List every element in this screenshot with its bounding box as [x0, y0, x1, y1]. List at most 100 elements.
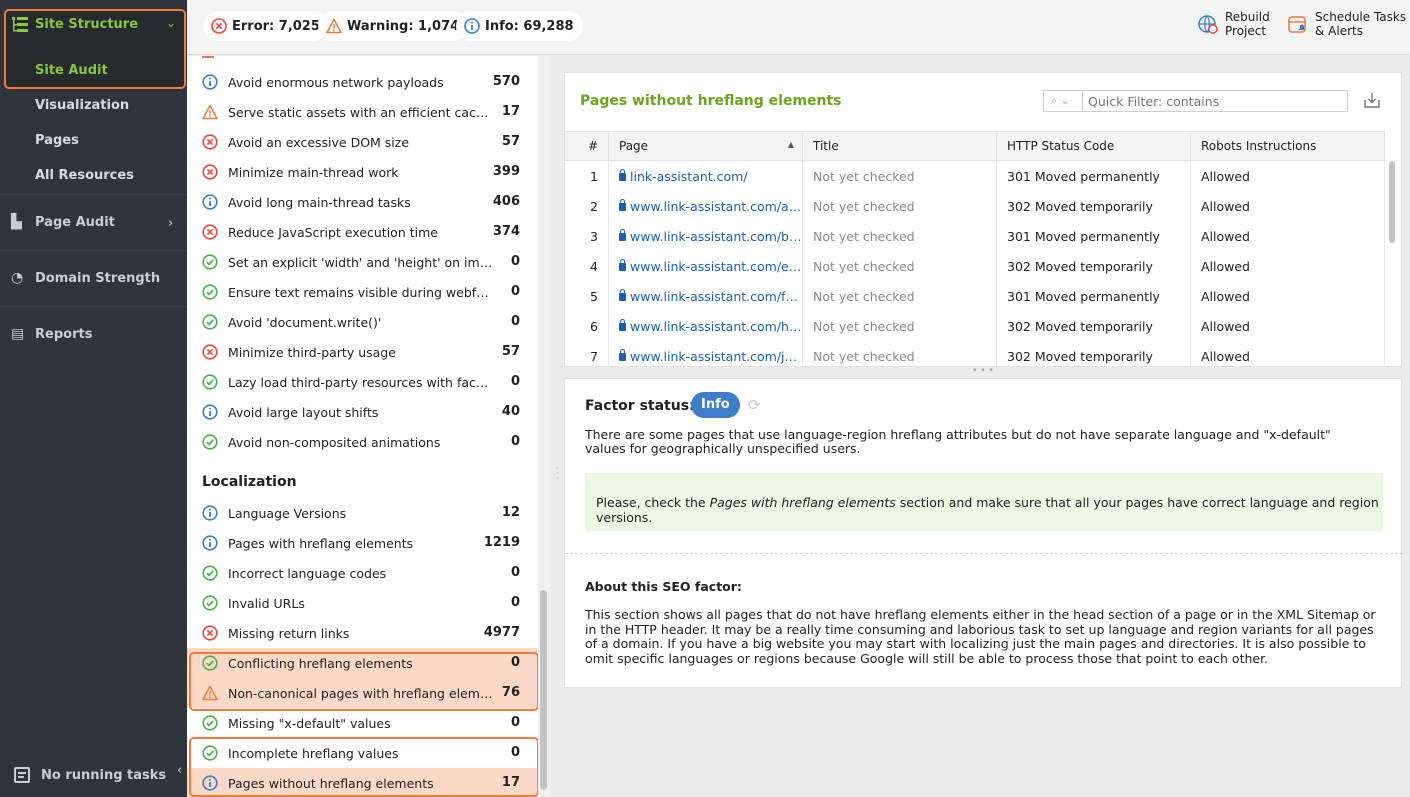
factor-list-item[interactable]: Avoid large layout shifts 40 — [187, 397, 537, 427]
rebuild-project-button[interactable]: Rebuild Project — [1197, 10, 1270, 38]
export-icon[interactable] — [1363, 91, 1381, 109]
table-row[interactable]: 4 www.link-assistant.com/e… Not yet checke… — [565, 251, 1385, 281]
cell-title: Not yet checked — [803, 191, 997, 221]
page-url[interactable]: www.link-assistant.com/b… — [630, 229, 801, 244]
factor-list-item[interactable]: Avoid an excessive DOM size 57 — [187, 127, 537, 157]
factor-label: Incomplete hreflang values — [228, 746, 399, 761]
sidebar-item-pages[interactable]: Pages — [35, 133, 79, 148]
cell-http-status: 302 Moved temporarily — [997, 251, 1191, 281]
lock-icon — [619, 349, 626, 361]
factor-list-item[interactable]: Non-canonical pages with hreflang elemen… — [187, 678, 537, 708]
factor-list-item[interactable]: Incorrect language codes 0 — [187, 558, 537, 588]
factor-list-item[interactable]: Lazy load third-party resources with fac… — [187, 367, 537, 397]
warning-count-pill[interactable]: Warning: 1,074 — [318, 11, 469, 41]
factor-list-item[interactable]: Serve static assets with an efficient ca… — [187, 97, 537, 127]
cell-page[interactable]: www.link-assistant.com/h… — [609, 311, 803, 341]
factor-list-item[interactable]: Avoid long main-thread tasks 406 — [187, 187, 537, 217]
factor-count: 40 — [501, 404, 520, 419]
sidebar-item-site-audit[interactable]: Site Audit — [35, 63, 108, 78]
factor-label: Missing "x-default" values — [228, 716, 391, 731]
sidebar-item-reports[interactable]: ▤ Reports — [0, 310, 187, 360]
quick-filter-input[interactable] — [1088, 93, 1343, 109]
cell-page[interactable]: www.link-assistant.com/j… — [609, 341, 803, 371]
page-url[interactable]: www.link-assistant.com/a… — [630, 199, 801, 214]
info-icon — [202, 505, 218, 521]
cell-page[interactable]: link-assistant.com/ — [609, 161, 803, 191]
factor-list-item[interactable]: Missing "x-default" values 0 — [187, 708, 537, 738]
status-badge[interactable]: Info — [691, 392, 740, 418]
vertical-splitter[interactable]: · · · — [551, 56, 564, 797]
factor-list-item[interactable]: Minimize third-party usage 57 — [187, 337, 537, 367]
factor-list-item[interactable]: Avoid 'document.write()' 0 — [187, 307, 537, 337]
cell-page[interactable]: www.link-assistant.com/f… — [609, 281, 803, 311]
factor-list-item[interactable]: Invalid URLs 0 — [187, 588, 537, 618]
sidebar-item-site-structure[interactable]: Site Structure ⌄ — [0, 0, 187, 52]
factor-list-item[interactable]: Minimize main-thread work 399 — [187, 157, 537, 187]
factor-list-item[interactable]: Pages with hreflang elements 1219 — [187, 528, 537, 558]
cell-page[interactable]: www.link-assistant.com/b… — [609, 221, 803, 251]
factor-label: Avoid long main-thread tasks — [228, 195, 411, 210]
refresh-icon[interactable]: ⟳ — [748, 396, 761, 414]
schedule-tasks-button[interactable]: Schedule Tasks & Alerts — [1287, 10, 1406, 38]
info-count-pill[interactable]: Info: 69,288 — [456, 11, 583, 41]
lock-icon — [619, 229, 626, 241]
sidebar-item-domain-strength[interactable]: ◔ Domain Strength — [0, 254, 187, 304]
warning-count: Warning: 1,074 — [347, 18, 460, 34]
factor-list-item[interactable]: Language Versions 12 — [187, 498, 537, 528]
table-scroll-thumb[interactable] — [1389, 161, 1395, 243]
column-header-title[interactable]: Title — [803, 132, 997, 160]
factor-list-item[interactable]: Reduce JavaScript execution time 374 — [187, 217, 537, 247]
factor-list-item[interactable]: Avoid enormous network payloads 570 — [187, 67, 537, 97]
table-row[interactable]: 1 link-assistant.com/Not yet checked 301 M… — [565, 161, 1385, 191]
factor-label: Avoid an excessive DOM size — [228, 135, 410, 150]
factor-list-item[interactable]: Set an explicit 'width' and 'height' on … — [187, 247, 537, 277]
page-url[interactable]: www.link-assistant.com/e… — [630, 259, 801, 274]
column-header-number[interactable]: # — [565, 132, 609, 160]
error-count-pill[interactable]: Error: 7,025 — [203, 11, 329, 41]
factor-list-item[interactable]: Conflicting hreflang elements 0 — [187, 648, 537, 678]
page-url[interactable]: link-assistant.com/ — [630, 169, 748, 184]
factor-list-item[interactable]: Missing return links 4977 — [187, 618, 537, 648]
sidebar-group-label: Site Structure — [35, 17, 139, 32]
page-url[interactable]: www.link-assistant.com/h… — [630, 319, 801, 334]
table-row[interactable]: 5 www.link-assistant.com/f… Not yet checke… — [565, 281, 1385, 311]
cell-page[interactable]: www.link-assistant.com/e… — [609, 251, 803, 281]
check-icon — [202, 284, 218, 300]
column-header-http-status[interactable]: HTTP Status Code — [997, 132, 1191, 160]
cell-http-status: 301 Moved permanently — [997, 161, 1191, 191]
table-row[interactable]: 3 www.link-assistant.com/b… Not yet checke… — [565, 221, 1385, 251]
column-header-page[interactable]: Page ▲ — [609, 132, 803, 160]
sidebar-item-page-audit[interactable]: ▙ Page Audit › — [0, 198, 187, 248]
running-tasks[interactable]: No running tasks — [0, 755, 187, 797]
cell-page[interactable]: www.link-assistant.com/a… — [609, 191, 803, 221]
cell-http-status: 302 Moved temporarily — [997, 191, 1191, 221]
collapse-sidebar-icon[interactable]: ‹ — [177, 763, 182, 778]
column-header-robots[interactable]: Robots Instructions — [1191, 132, 1385, 160]
factor-count: 0 — [510, 284, 520, 299]
factor-count: 17 — [501, 775, 520, 790]
cell-number: 3 — [565, 221, 609, 251]
page-url[interactable]: www.link-assistant.com/j… — [630, 349, 797, 364]
calendar-bell-icon — [1288, 16, 1306, 33]
sidebar-item-visualization[interactable]: Visualization — [35, 98, 129, 113]
factor-count: 17 — [501, 104, 520, 119]
sidebar: Site Structure ⌄ Site Audit Visualizatio… — [0, 0, 187, 797]
tip-link[interactable]: Pages with hreflang elements — [710, 495, 896, 510]
factor-list-item[interactable]: Avoid non-composited animations 0 — [187, 427, 537, 457]
column-header-page-label: Page — [619, 139, 649, 153]
factor-list-item[interactable]: Incomplete hreflang values 0 — [187, 738, 537, 768]
cell-number: 7 — [565, 341, 609, 371]
factor-list-item[interactable]: Pages without hreflang elements 17 — [187, 768, 537, 797]
factor-list-item[interactable]: Ensure text remains visible during webfo… — [187, 277, 537, 307]
chevron-right-icon: › — [168, 216, 174, 231]
factor-label: Pages without hreflang elements — [228, 776, 434, 791]
factor-list-scroll-thumb[interactable] — [540, 590, 547, 790]
table-row[interactable]: 6 www.link-assistant.com/h… Not yet checke… — [565, 311, 1385, 341]
chevron-down-icon[interactable]: ⌄ — [166, 16, 176, 30]
quick-filter[interactable]: ⌕ ⌄ — [1043, 90, 1348, 112]
horizontal-splitter[interactable]: • • • — [564, 367, 1402, 378]
sidebar-item-all-resources[interactable]: All Resources — [35, 168, 134, 183]
page-url[interactable]: www.link-assistant.com/f… — [630, 289, 798, 304]
filter-search-icon[interactable]: ⌕ ⌄ — [1044, 91, 1083, 111]
table-row[interactable]: 2 www.link-assistant.com/a… Not yet checke… — [565, 191, 1385, 221]
